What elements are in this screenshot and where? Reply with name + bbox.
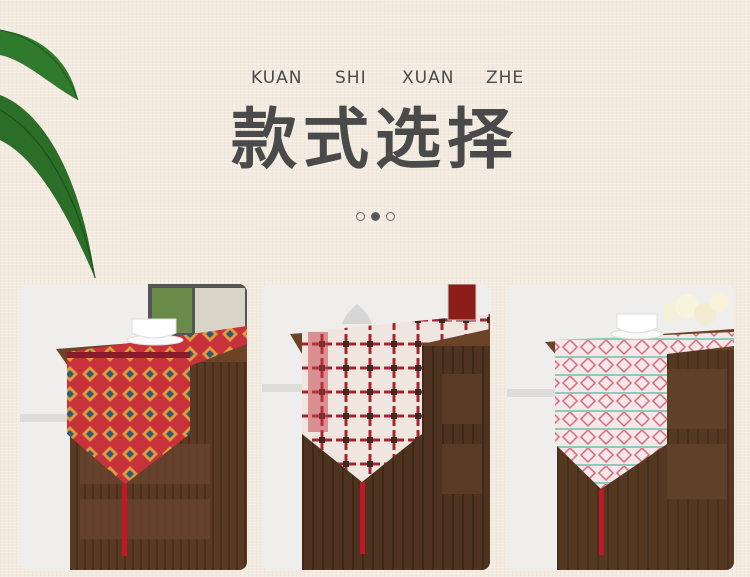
pagination-dot-active[interactable] — [370, 212, 380, 221]
table-runner-image — [262, 284, 490, 570]
product-card-cross-pattern[interactable] — [262, 284, 490, 570]
product-card-red-aztec[interactable] — [20, 284, 247, 570]
pinyin-word: SHI — [335, 68, 367, 88]
pagination-dot[interactable] — [355, 212, 365, 221]
product-card-pink-geometric[interactable] — [507, 284, 734, 570]
pinyin-subtitle: KUAN SHI XUAN ZHE — [0, 68, 750, 92]
pagination-dots — [0, 212, 750, 221]
pinyin-word: ZHE — [486, 68, 525, 88]
page-title: 款式选择 — [231, 101, 519, 178]
table-runner-image — [20, 284, 247, 570]
pagination-dot[interactable] — [385, 212, 395, 221]
pinyin-word: KUAN — [251, 68, 303, 88]
pinyin-word: XUAN — [402, 68, 455, 88]
table-runner-image — [507, 284, 734, 570]
